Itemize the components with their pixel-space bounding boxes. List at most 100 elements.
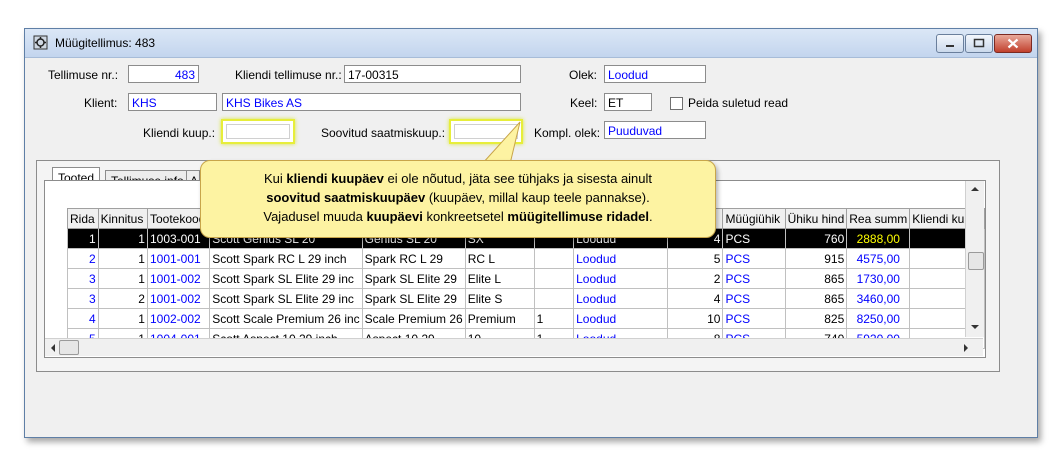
variant-cell[interactable]: RC L — [464, 248, 535, 269]
vertical-scrollbar[interactable] — [965, 181, 984, 337]
unit-cell[interactable]: PCS — [722, 228, 786, 249]
quantity-cell[interactable]: 4 — [666, 288, 724, 309]
col-header-rea-summa[interactable]: Rea summ — [846, 208, 911, 229]
order-nr-label: Tellimuse nr.: — [48, 68, 119, 82]
help-tooltip: Kui kliendi kuupäev ei ole nõutud, jäta … — [200, 160, 716, 238]
confirmation-cell[interactable]: 1 — [97, 268, 148, 289]
hide-closed-checkbox[interactable] — [670, 97, 683, 110]
close-icon — [1007, 38, 1019, 49]
row-number-cell[interactable]: 3 — [67, 268, 99, 289]
status-cell[interactable]: Loodud — [573, 248, 668, 269]
row-number-cell[interactable]: 4 — [67, 308, 99, 329]
confirmation-cell[interactable]: 1 — [97, 228, 148, 249]
client-order-label: Kliendi tellimuse nr.: — [235, 68, 342, 82]
minimize-button[interactable] — [936, 34, 964, 53]
scroll-down-icon[interactable] — [970, 323, 980, 331]
quantity-cell[interactable]: 5 — [666, 248, 724, 269]
close-button[interactable] — [994, 34, 1032, 53]
window-title: Müügitellimus: 483 — [55, 36, 156, 50]
unit-price-cell[interactable]: 825 — [784, 308, 848, 329]
product-name-cell[interactable]: Scott Spark RC L 29 inch — [209, 248, 363, 269]
status-field[interactable]: Loodud — [604, 65, 706, 83]
app-window-icon — [33, 35, 48, 50]
product-name-cell[interactable]: Scott Spark SL Elite 29 inc — [209, 268, 363, 289]
confirmation-cell[interactable]: 1 — [97, 308, 148, 329]
row-sum-cell[interactable]: 3460,00 — [846, 288, 911, 309]
extra-cell[interactable] — [533, 288, 575, 309]
status-cell[interactable]: Loodud — [573, 268, 668, 289]
horizontal-scroll-thumb[interactable] — [59, 340, 79, 355]
tooltip-line-3: Vajadusel muuda kuupäevi konkreetsetel m… — [263, 209, 653, 224]
status-label: Olek: — [569, 68, 598, 82]
language-label: Keel: — [570, 96, 598, 110]
hide-closed-label: Peida suletud read — [688, 96, 789, 110]
col-header-rida[interactable]: Rida — [67, 208, 99, 229]
variant-cell[interactable]: Premium — [464, 308, 535, 329]
completion-label: Kompl. olek: — [534, 126, 601, 140]
table-row[interactable]: 3 2 1001-002 Scott Spark SL Elite 29 inc Spa… — [67, 288, 985, 309]
vertical-scroll-thumb[interactable] — [968, 252, 984, 270]
col-header-yhiku-hind[interactable]: Ühiku hind — [784, 208, 848, 229]
quantity-cell[interactable]: 10 — [666, 308, 724, 329]
model-cell[interactable]: Spark RC L 29 — [361, 248, 466, 269]
unit-price-cell[interactable]: 915 — [784, 248, 848, 269]
order-nr-field[interactable]: 483 — [128, 65, 199, 83]
extra-cell[interactable] — [533, 268, 575, 289]
status-cell[interactable]: Loodud — [573, 308, 668, 329]
quantity-cell[interactable]: 2 — [666, 268, 724, 289]
client-date-label: Kliendi kuup.: — [143, 126, 216, 140]
confirmation-cell[interactable]: 2 — [97, 288, 148, 309]
product-name-cell[interactable]: Scott Spark SL Elite 29 inc — [209, 288, 363, 309]
tooltip-line-2: soovitud saatmiskuupäev (kuupäev, millal… — [266, 190, 650, 205]
client-order-field[interactable]: 17-00315 — [344, 65, 521, 83]
product-code-cell[interactable]: 1001-002 — [146, 268, 211, 289]
completion-field[interactable]: Puuduvad — [604, 121, 706, 139]
table-row[interactable]: 3 1 1001-002 Scott Spark SL Elite 29 inc Spa… — [67, 268, 985, 289]
product-code-cell[interactable]: 1001-001 — [146, 248, 211, 269]
model-cell[interactable]: Spark SL Elite 29 — [361, 268, 466, 289]
model-cell[interactable]: Scale Premium 26 — [361, 308, 466, 329]
row-sum-cell[interactable]: 4575,00 — [846, 248, 911, 269]
row-number-cell[interactable]: 3 — [67, 288, 99, 309]
variant-cell[interactable]: Elite L — [464, 268, 535, 289]
status-cell[interactable]: Loodud — [573, 288, 668, 309]
scroll-right-icon[interactable] — [962, 343, 970, 353]
variant-cell[interactable]: Elite S — [464, 288, 535, 309]
col-header-kinnitus[interactable]: Kinnitus — [97, 208, 148, 229]
unit-cell[interactable]: PCS — [722, 308, 786, 329]
unit-cell[interactable]: PCS — [722, 268, 786, 289]
unit-price-cell[interactable]: 865 — [784, 288, 848, 309]
unit-cell[interactable]: PCS — [722, 248, 786, 269]
maximize-icon — [973, 38, 985, 48]
confirmation-cell[interactable]: 1 — [97, 248, 148, 269]
tooltip-line-1: Kui kliendi kuupäev ei ole nõutud, jäta … — [263, 171, 653, 186]
table-row[interactable]: 4 1 1002-002 Scott Scale Premium 26 inc Scal… — [67, 308, 985, 329]
maximize-button[interactable] — [965, 34, 993, 53]
model-cell[interactable]: Spark SL Elite 29 — [361, 288, 466, 309]
horizontal-scrollbar[interactable] — [45, 338, 983, 356]
row-number-cell[interactable]: 1 — [67, 228, 99, 249]
unit-cell[interactable]: PCS — [722, 288, 786, 309]
client-name-field[interactable]: KHS Bikes AS — [222, 93, 521, 111]
scroll-up-icon[interactable] — [970, 185, 980, 193]
client-label: Klient: — [84, 96, 118, 110]
scroll-left-icon[interactable] — [49, 343, 57, 353]
client-date-field[interactable] — [221, 119, 295, 144]
product-code-cell[interactable]: 1001-002 — [146, 288, 211, 309]
client-code-field[interactable]: KHS — [128, 93, 217, 111]
col-header-myygiyhik[interactable]: Müügiühik — [722, 208, 786, 229]
title-bar: Müügitellimus: 483 — [25, 29, 1037, 58]
unit-price-cell[interactable]: 865 — [784, 268, 848, 289]
row-number-cell[interactable]: 2 — [67, 248, 99, 269]
product-name-cell[interactable]: Scott Scale Premium 26 inc — [209, 308, 363, 329]
language-field[interactable]: ET — [604, 93, 652, 111]
row-sum-cell[interactable]: 2888,00 — [846, 228, 911, 249]
minimize-icon — [946, 45, 954, 47]
table-row[interactable]: 2 1 1001-001 Scott Spark RC L 29 inch Spark … — [67, 248, 985, 269]
unit-price-cell[interactable]: 760 — [784, 228, 848, 249]
row-sum-cell[interactable]: 8250,00 — [846, 308, 911, 329]
extra-cell[interactable] — [533, 248, 575, 269]
row-sum-cell[interactable]: 1730,00 — [846, 268, 911, 289]
extra-cell[interactable]: 1 — [533, 308, 575, 329]
product-code-cell[interactable]: 1002-002 — [146, 308, 211, 329]
